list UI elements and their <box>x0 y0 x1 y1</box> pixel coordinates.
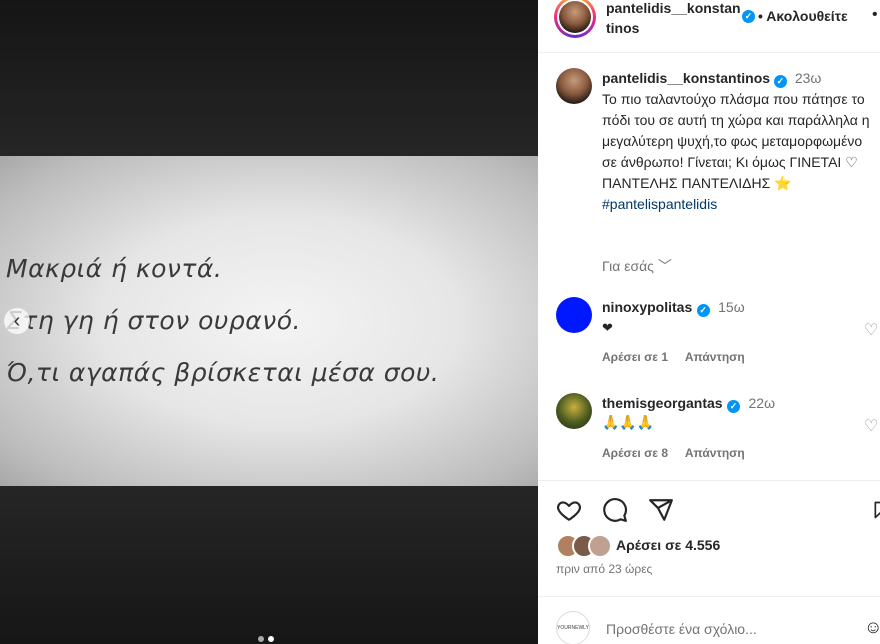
caption-body: pantelidis__konstantinos ✓ 23ω Το πιο τα… <box>602 68 874 215</box>
comment-meta: Αρέσει σε 8 Απάντηση <box>602 446 759 460</box>
commenter-avatar[interactable] <box>556 297 592 333</box>
verified-icon: ✓ <box>773 75 787 88</box>
carousel-dots <box>258 636 274 642</box>
carousel-dot <box>258 636 264 642</box>
caption-time: 23ω <box>794 70 822 86</box>
verified-icon: ✓ <box>742 10 755 23</box>
commenter-username[interactable]: ninoxypolitas <box>602 299 692 315</box>
post-sidebar: pantelidis__konstantinos ✓ • Ακολουθείτε… <box>538 0 880 644</box>
comment-item: ninoxypolitas ✓ 15ω ❤ Αρέσει σε 1 Απάντη… <box>538 290 880 380</box>
hashtag-link[interactable]: #pantelispantelidis <box>602 196 717 212</box>
quote-line-1: Μακριά ή κοντά. <box>6 254 223 283</box>
comment-likes[interactable]: Αρέσει σε 1 <box>602 350 668 364</box>
comment-likes[interactable]: Αρέσει σε 8 <box>602 446 668 460</box>
add-comment-bar: YOURNEWLY Προσθέστε ένα σχόλιο... ☺ <box>538 596 880 644</box>
actions-divider <box>538 480 880 481</box>
caption-username[interactable]: pantelidis__konstantinos <box>602 70 770 86</box>
reply-button[interactable]: Απάντηση <box>685 350 745 364</box>
reply-button[interactable]: Απάντηση <box>685 446 745 460</box>
share-icon[interactable] <box>648 497 674 523</box>
comment-time: 15ω <box>718 299 745 315</box>
caption-text-line-2: ΠΑΝΤΕΛΗΣ ΠΑΝΤΕΛΙΔΗΣ ⭐ <box>602 175 792 191</box>
comment-item: themisgeorgantas ✓ 22ω 🙏🙏🙏 Αρέσει σε 8 Α… <box>538 386 880 476</box>
post-media: Μακριά ή κοντά. Στη γη ή στον ουρανό. Ό,… <box>0 0 538 644</box>
comment-time: 22ω <box>748 395 776 411</box>
caption: pantelidis__konstantinos ✓ 23ω Το πιο τα… <box>538 62 880 292</box>
see-translation-link[interactable]: Για εσάς ﹀ <box>602 256 672 276</box>
verified-icon: ✓ <box>696 304 710 317</box>
commenter-avatar[interactable] <box>556 393 592 429</box>
comment-input[interactable]: Προσθέστε ένα σχόλιο... <box>606 621 757 637</box>
caption-avatar[interactable] <box>556 68 592 104</box>
more-options-icon[interactable]: • <box>872 6 878 24</box>
like-comment-heart-icon[interactable]: ♡ <box>864 320 878 340</box>
carousel-dot-active <box>268 636 274 642</box>
current-user-avatar: YOURNEWLY <box>556 611 590 644</box>
commenter-username[interactable]: themisgeorgantas <box>602 395 723 411</box>
comment-meta: Αρέσει σε 1 Απάντηση <box>602 350 759 364</box>
post-timestamp: πριν από 23 ώρες <box>556 562 653 576</box>
quote-image: Μακριά ή κοντά. Στη γη ή στον ουρανό. Ό,… <box>0 156 538 486</box>
post-header: pantelidis__konstantinos ✓ • Ακολουθείτε… <box>538 0 880 53</box>
author-avatar[interactable] <box>554 0 596 38</box>
heart-icon[interactable] <box>556 497 582 523</box>
verified-icon: ✓ <box>727 400 741 413</box>
emoji-icon[interactable]: ☺ <box>864 617 880 638</box>
comment-icon[interactable] <box>602 497 628 523</box>
previous-slide-button[interactable]: ‹ <box>4 308 30 334</box>
likes-count[interactable]: Αρέσει σε 4.556 <box>616 537 720 553</box>
quote-line-3: Ό,τι αγαπάς βρίσκεται μέσα σου. <box>6 358 440 387</box>
caption-text: Το πιο ταλαντούχο πλάσμα που πάτησε το π… <box>602 91 870 170</box>
liker-avatar <box>588 534 612 558</box>
following-button[interactable]: • Ακολουθείτε <box>758 8 848 24</box>
chevron-left-icon: ‹ <box>13 310 21 332</box>
bookmark-icon[interactable] <box>872 497 880 523</box>
comment-text: ❤ <box>602 320 613 335</box>
like-comment-heart-icon[interactable]: ♡ <box>864 416 878 436</box>
quote-line-2: Στη γη ή στον ουρανό. <box>6 306 301 335</box>
author-username[interactable]: pantelidis__konstantinos <box>606 0 744 38</box>
comment-text: 🙏🙏🙏 <box>602 414 655 430</box>
